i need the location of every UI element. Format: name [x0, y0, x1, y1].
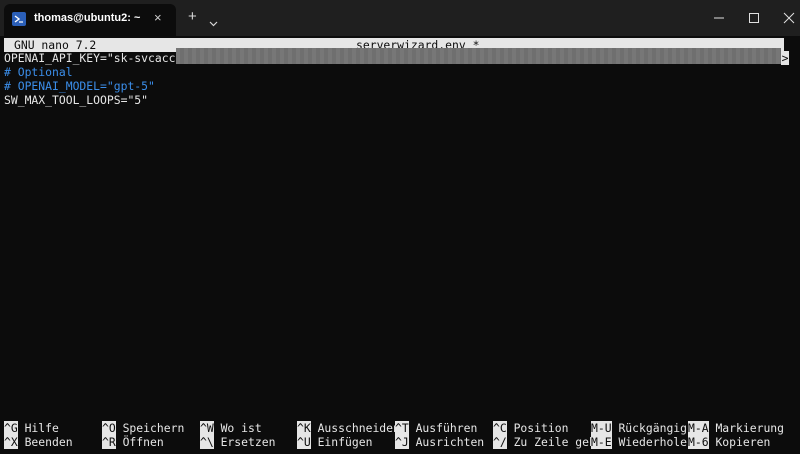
editor-line[interactable]: SW_MAX_TOOL_LOOPS="5" [4, 93, 148, 107]
shortcut-position[interactable]: ^C Position [493, 421, 568, 435]
minimize-icon[interactable] [710, 9, 728, 27]
editor-line[interactable]: # OPENAI_MODEL="gpt-5" [4, 79, 155, 93]
shortcut-copy[interactable]: M-6 Kopieren [688, 435, 770, 449]
shortcut-undo[interactable]: M-U Rückgängig [591, 421, 687, 435]
title-bar: thomas@ubuntu2: ~ × + [0, 0, 800, 36]
shortcut-read-file[interactable]: ^R Öffnen [102, 435, 164, 449]
powershell-icon [12, 12, 26, 26]
line-truncation-marker: > [781, 51, 789, 65]
shortcut-go-to-line[interactable]: ^/ Zu Zeile geh [493, 435, 596, 449]
shortcut-save[interactable]: ^O Speichern [102, 421, 184, 435]
shortcut-execute[interactable]: ^T Ausführen [395, 421, 477, 435]
chevron-down-icon[interactable] [209, 12, 218, 31]
shortcut-paste[interactable]: ^U Einfügen [297, 435, 372, 449]
shortcut-redo[interactable]: M-E Wiederholen [591, 435, 694, 449]
shortcut-bar-row-1: ^G Hilfe ^O Speichern ^W Wo ist ^K Aussc… [4, 421, 796, 435]
shortcut-exit[interactable]: ^X Beenden [4, 435, 73, 449]
terminal-tab[interactable]: thomas@ubuntu2: ~ × [4, 4, 176, 36]
close-window-icon[interactable] [780, 9, 798, 27]
maximize-icon[interactable] [745, 9, 763, 27]
shortcut-mark[interactable]: M-A Markierung [688, 421, 784, 435]
redacted-api-key [176, 48, 781, 64]
editor-line[interactable]: OPENAI_API_KEY="sk-svcacct- [4, 51, 189, 65]
shortcut-help[interactable]: ^G Hilfe [4, 421, 59, 435]
shortcut-bar-row-2: ^X Beenden ^R Öffnen ^\ Ersetzen ^U Einf… [4, 435, 796, 449]
shortcut-replace[interactable]: ^\ Ersetzen [200, 435, 275, 449]
close-tab-icon[interactable]: × [154, 10, 162, 25]
shortcut-cut[interactable]: ^K Ausschneiden [297, 421, 400, 435]
shortcut-where-is[interactable]: ^W Wo ist [200, 421, 262, 435]
new-tab-button[interactable]: + [188, 8, 197, 25]
shortcut-justify[interactable]: ^J Ausrichten [395, 435, 484, 449]
nano-version: GNU nano 7.2 [14, 38, 97, 52]
editor-line[interactable]: # Optional [4, 65, 73, 79]
tab-title: thomas@ubuntu2: ~ [34, 12, 141, 24]
